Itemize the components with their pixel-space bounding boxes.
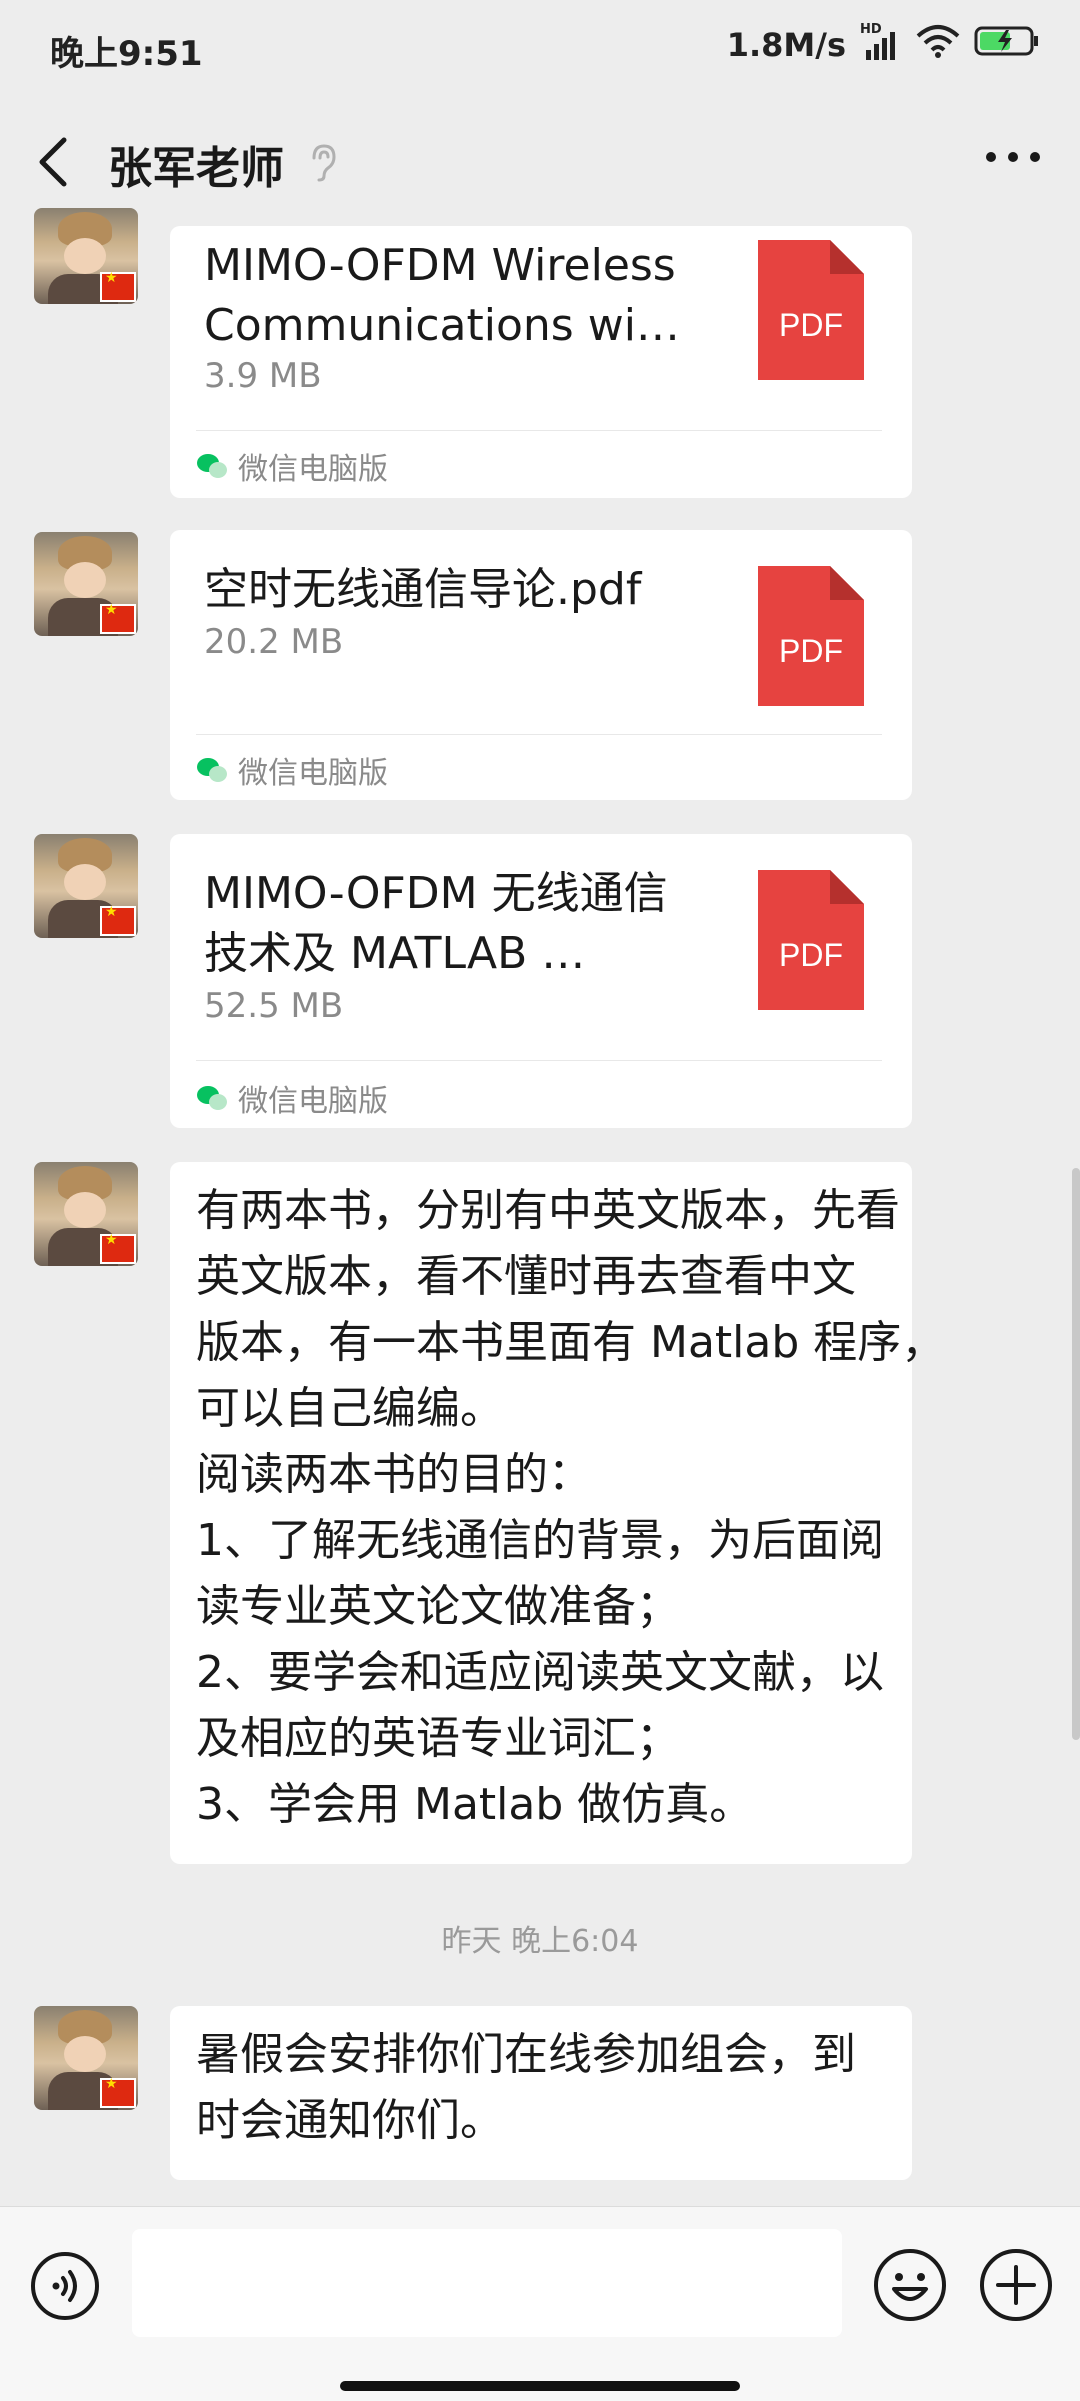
input-bar (0, 2206, 1080, 2401)
flag-badge (100, 602, 136, 634)
pdf-label: PDF (779, 307, 843, 343)
more-options-button[interactable] (986, 152, 1040, 162)
file-message[interactable]: MIMO-OFDM Wireless Communications wi… 3.… (170, 226, 912, 498)
home-indicator[interactable] (340, 2381, 740, 2391)
message-input[interactable] (132, 2229, 842, 2337)
message-line: 可以自己编编。 (196, 1383, 504, 1434)
message-line: 暑假会安排你们在线参加组会，到 (196, 2029, 856, 2080)
emoji-button[interactable] (872, 2247, 948, 2323)
flag-badge (100, 904, 136, 936)
message-line: 有两本书，分别有中英文版本，先看 (196, 1185, 900, 1236)
back-button[interactable] (30, 134, 80, 190)
pdf-file-icon: PDF (758, 566, 864, 706)
divider (196, 1060, 882, 1061)
chat-header: 张军老师 (0, 96, 1080, 226)
text-message[interactable]: 暑假会安排你们在线参加组会，到 时会通知你们。 (170, 2006, 912, 2180)
plus-icon (980, 2249, 1052, 2321)
dot (986, 152, 996, 162)
chat-title: 张军老师 (108, 143, 284, 194)
wechat-icon (197, 454, 227, 478)
dot (1008, 152, 1018, 162)
battery-icon (974, 24, 1040, 66)
flag-badge (100, 270, 136, 302)
avatar[interactable] (34, 532, 138, 636)
divider (196, 734, 882, 735)
message-line: 读专业英文论文做准备； (196, 1581, 680, 1632)
file-size: 3.9 MB (204, 356, 322, 396)
message-line: 阅读两本书的目的： (196, 1449, 592, 1500)
pdf-file-icon: PDF (758, 240, 864, 380)
signal-icon: HD (860, 22, 902, 62)
flag-badge (100, 2076, 136, 2108)
file-source: 微信电脑版 (196, 748, 388, 792)
avatar[interactable] (34, 2006, 138, 2110)
avatar[interactable] (34, 834, 138, 938)
file-source: 微信电脑版 (196, 1076, 388, 1120)
message-line: 2、要学会和适应阅读英文文献，以 (196, 1647, 884, 1698)
status-indicators: 1.8M/s HD (726, 22, 1040, 66)
status-bar: 晚上9:51 1.8M/s HD (0, 0, 1080, 96)
pdf-file-icon: PDF (758, 870, 864, 1010)
file-message[interactable]: MIMO-OFDM 无线通信 技术及 MATLAB … 52.5 MB PDF … (170, 834, 912, 1128)
voice-input-button[interactable] (30, 2251, 100, 2321)
pdf-label: PDF (779, 937, 843, 973)
pdf-label: PDF (779, 633, 843, 669)
message-line: 及相应的英语专业词汇； (196, 1713, 680, 1764)
network-speed: 1.8M/s (726, 26, 846, 64)
smiley-icon (874, 2249, 946, 2321)
file-size: 52.5 MB (204, 986, 344, 1026)
wechat-icon (197, 758, 227, 782)
file-message[interactable]: 空时无线通信导论.pdf 20.2 MB PDF 微信电脑版 (170, 530, 912, 800)
avatar[interactable] (34, 208, 138, 304)
dot (1030, 152, 1040, 162)
flag-badge (100, 1232, 136, 1264)
message-line: 版本，有一本书里面有 Matlab 程序， (196, 1317, 946, 1368)
message-timestamp: 昨天 晚上6:04 (441, 1924, 639, 1959)
message-line: 英文版本，看不懂时再去查看中文 (196, 1251, 856, 1302)
avatar[interactable] (34, 1162, 138, 1266)
status-time: 晚上9:51 (50, 34, 203, 74)
wechat-icon (197, 1086, 227, 1110)
message-line: 3、学会用 Matlab 做仿真。 (196, 1779, 754, 1830)
message-line: 时会通知你们。 (196, 2095, 504, 2146)
more-functions-button[interactable] (978, 2247, 1054, 2323)
file-name: MIMO-OFDM Wireless Communications wi… (204, 240, 680, 351)
hd-label: HD (860, 22, 882, 37)
earpiece-mode-icon (306, 142, 340, 182)
file-source: 微信电脑版 (196, 444, 388, 488)
wifi-icon (916, 24, 960, 66)
file-name: MIMO-OFDM 无线通信 技术及 MATLAB … (204, 868, 668, 979)
voice-icon (31, 2252, 99, 2320)
divider (196, 430, 882, 431)
file-size: 20.2 MB (204, 622, 344, 662)
file-name: 空时无线通信导论.pdf (204, 564, 642, 615)
message-line: 1、了解无线通信的背景，为后面阅 (196, 1515, 884, 1566)
text-message[interactable]: 有两本书，分别有中英文版本，先看 英文版本，看不懂时再去查看中文 版本，有一本书… (170, 1162, 946, 1864)
scrollbar[interactable] (1072, 1168, 1080, 1740)
chevron-left-icon (39, 137, 67, 187)
